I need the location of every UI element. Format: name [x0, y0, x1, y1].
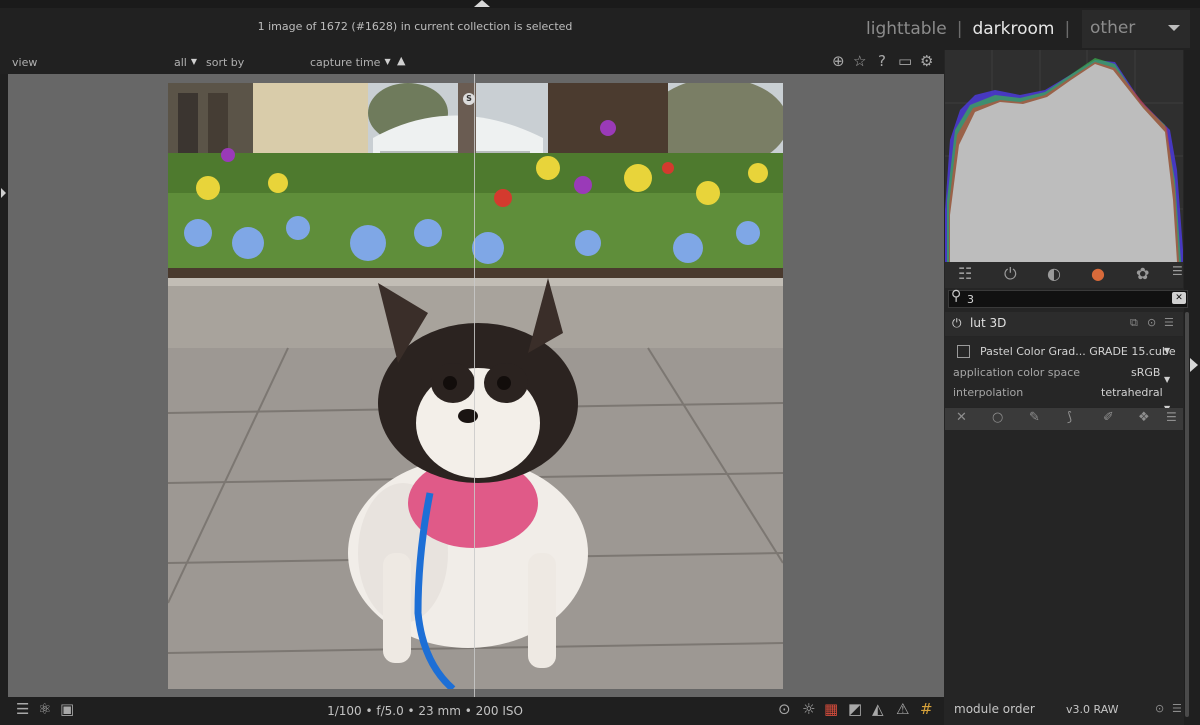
- lut-file-checkbox[interactable]: [957, 345, 970, 358]
- view-other[interactable]: other: [1090, 18, 1135, 38]
- clear-search-icon[interactable]: ✕: [1172, 292, 1186, 304]
- left-panel-collapsed: [0, 74, 8, 697]
- color-space-label: application color space: [953, 366, 1081, 379]
- active-modules-icon[interactable]: ⏻: [1004, 264, 1017, 284]
- effects-modules-icon[interactable]: ✿: [1136, 264, 1149, 283]
- raster-mask-icon[interactable]: ❖: [1138, 410, 1150, 425]
- sort-label: sort by: [206, 56, 245, 69]
- reset-icon[interactable]: ⊙: [1147, 316, 1156, 329]
- module-search-input[interactable]: [967, 291, 1157, 307]
- multi-instance-icon[interactable]: ⧉: [1130, 316, 1138, 330]
- image-preview[interactable]: [168, 83, 783, 689]
- module-order-label: module order: [954, 702, 1035, 716]
- reset-icon[interactable]: ⊙: [1155, 702, 1164, 715]
- quick-access-icon[interactable]: ☷: [958, 264, 972, 283]
- sort-dropdown[interactable]: capture time ▼: [310, 56, 391, 69]
- drawn-mask-icon[interactable]: ✎: [1029, 410, 1040, 425]
- chevron-down-icon[interactable]: ▼: [1164, 346, 1200, 355]
- keyboard-icon[interactable]: ▭: [898, 52, 912, 70]
- collapse-right-panel-icon[interactable]: [1190, 358, 1198, 372]
- chevron-down-icon[interactable]: [1168, 25, 1180, 31]
- color-space-value[interactable]: sRGB: [1131, 366, 1160, 379]
- blend-menu-icon[interactable]: ☰: [1166, 410, 1177, 424]
- top-panel-strip[interactable]: [0, 0, 1200, 8]
- color-modules-icon[interactable]: ●: [1091, 264, 1105, 283]
- chevron-down-icon[interactable]: ▼: [384, 57, 390, 66]
- softproof-icon[interactable]: ◩: [848, 700, 862, 718]
- image-preview-canvas: [168, 83, 783, 689]
- panel-scrollbar-thumb[interactable]: [1185, 312, 1189, 717]
- drawn-parametric-mask-icon[interactable]: ✐: [1103, 410, 1114, 425]
- chevron-down-icon[interactable]: ▼: [191, 57, 197, 66]
- split-view-divider[interactable]: [474, 74, 475, 697]
- module-title: lut 3D: [970, 316, 1007, 330]
- lut-file-name[interactable]: Pastel Color Grad... GRADE 15.cube: [980, 345, 1176, 358]
- expand-left-panel-icon[interactable]: [1, 188, 6, 198]
- split-view-handle[interactable]: S: [463, 93, 475, 105]
- search-icon: ⚲: [951, 288, 962, 304]
- parametric-mask-icon[interactable]: ⟆: [1067, 410, 1072, 425]
- histogram-graph: [945, 50, 1183, 262]
- view-darkroom[interactable]: darkroom: [966, 19, 1060, 39]
- guides-icon[interactable]: #: [920, 700, 933, 718]
- selection-status: 1 image of 1672 (#1628) in current colle…: [257, 20, 573, 33]
- interpolation-value[interactable]: tetrahedral: [1101, 386, 1163, 399]
- blend-off-icon[interactable]: ✕: [956, 410, 967, 425]
- color-assessment-icon[interactable]: ▦: [824, 700, 838, 718]
- view-separator: |: [1064, 19, 1071, 39]
- focus-peaking-icon[interactable]: ⊙: [778, 700, 791, 718]
- base-modules-icon[interactable]: ◐: [1047, 264, 1061, 283]
- styles-icon[interactable]: ⚛: [38, 700, 51, 718]
- presets-icon[interactable]: ☰: [1172, 702, 1182, 715]
- histogram[interactable]: [945, 50, 1183, 262]
- grouping-icon[interactable]: ⊕: [832, 52, 845, 70]
- warning-icon[interactable]: ⚠: [896, 700, 909, 718]
- view-lighttable[interactable]: lighttable: [860, 19, 953, 39]
- module-order-value[interactable]: v3.0 RAW: [1066, 703, 1119, 716]
- blend-uniform-icon[interactable]: ○: [992, 410, 1003, 425]
- gamut-check-icon[interactable]: ◭: [872, 700, 884, 718]
- filter-value[interactable]: all: [174, 56, 187, 69]
- help-icon[interactable]: ?: [878, 52, 886, 70]
- presets-icon[interactable]: ☰: [1164, 316, 1174, 329]
- gear-icon[interactable]: ⚙: [920, 52, 933, 70]
- sort-value[interactable]: capture time: [310, 56, 380, 69]
- power-icon[interactable]: ⏻: [952, 316, 962, 331]
- filter-dropdown[interactable]: all ▼: [174, 56, 197, 69]
- chevron-down-icon[interactable]: ▼: [1164, 375, 1200, 384]
- star-icon[interactable]: ☆: [853, 52, 866, 70]
- hamburger-icon[interactable]: ☰: [16, 700, 29, 718]
- bulb-icon[interactable]: ☼: [802, 700, 815, 718]
- interpolation-label: interpolation: [953, 386, 1024, 399]
- sort-direction-button[interactable]: ▲: [397, 54, 405, 67]
- view-label: view: [12, 56, 38, 69]
- presets-menu-icon[interactable]: ☰: [1172, 264, 1183, 278]
- filter-bar: [0, 50, 944, 74]
- view-separator: |: [956, 19, 963, 39]
- exif-info: 1/100 • f/5.0 • 23 mm • 200 ISO: [327, 704, 523, 718]
- second-window-icon[interactable]: ▣: [60, 700, 74, 718]
- collapse-top-panel-icon[interactable]: [474, 0, 490, 7]
- view-switcher: lighttable | darkroom |: [860, 14, 1074, 44]
